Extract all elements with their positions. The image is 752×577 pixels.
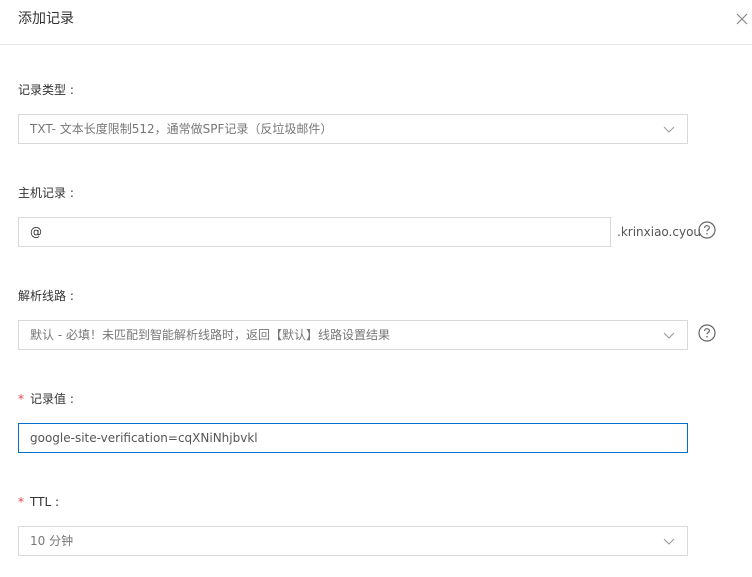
domain-suffix: .krinxiao.cyou: [617, 225, 702, 239]
host-record-label: 主机记录 :: [18, 186, 74, 200]
close-icon[interactable]: [736, 9, 752, 29]
record-type-value: TXT- 文本长度限制512，通常做SPF记录（反垃圾邮件）: [30, 122, 333, 136]
chevron-down-icon: [663, 124, 675, 134]
ttl-select[interactable]: 10 分钟: [18, 526, 688, 556]
resolution-line-select[interactable]: 默认 - 必填！未匹配到智能解析线路时，返回【默认】线路设置结果: [18, 320, 688, 350]
record-value-input[interactable]: google-site-verification=cqXNiNhjbvkl: [18, 423, 688, 453]
host-record-value: @: [30, 225, 42, 239]
ttl-label: * TTL :: [18, 495, 59, 509]
chevron-down-icon: [663, 536, 675, 546]
ttl-value: 10 分钟: [30, 534, 74, 548]
add-record-dialog: 添加记录 记录类型 : TXT- 文本长度限制512，通常做SPF记录（反垃圾邮…: [0, 0, 752, 577]
resolution-line-value: 默认 - 必填！未匹配到智能解析线路时，返回【默认】线路设置结果: [30, 328, 390, 342]
dialog-title: 添加记录: [18, 11, 74, 27]
record-type-label: 记录类型 :: [18, 83, 74, 97]
required-mark: *: [18, 392, 24, 406]
dialog-header: 添加记录: [0, 0, 752, 45]
record-value-text: google-site-verification=cqXNiNhjbvkl: [30, 431, 258, 445]
required-mark: *: [18, 495, 24, 509]
record-type-select[interactable]: TXT- 文本长度限制512，通常做SPF记录（反垃圾邮件）: [18, 114, 688, 144]
host-record-help-icon[interactable]: [698, 221, 716, 239]
resolution-line-help-icon[interactable]: [698, 324, 716, 342]
host-record-input[interactable]: @: [18, 217, 611, 247]
resolution-line-label: 解析线路 :: [18, 289, 74, 303]
record-value-label: * 记录值 :: [18, 392, 74, 406]
chevron-down-icon: [663, 330, 675, 340]
